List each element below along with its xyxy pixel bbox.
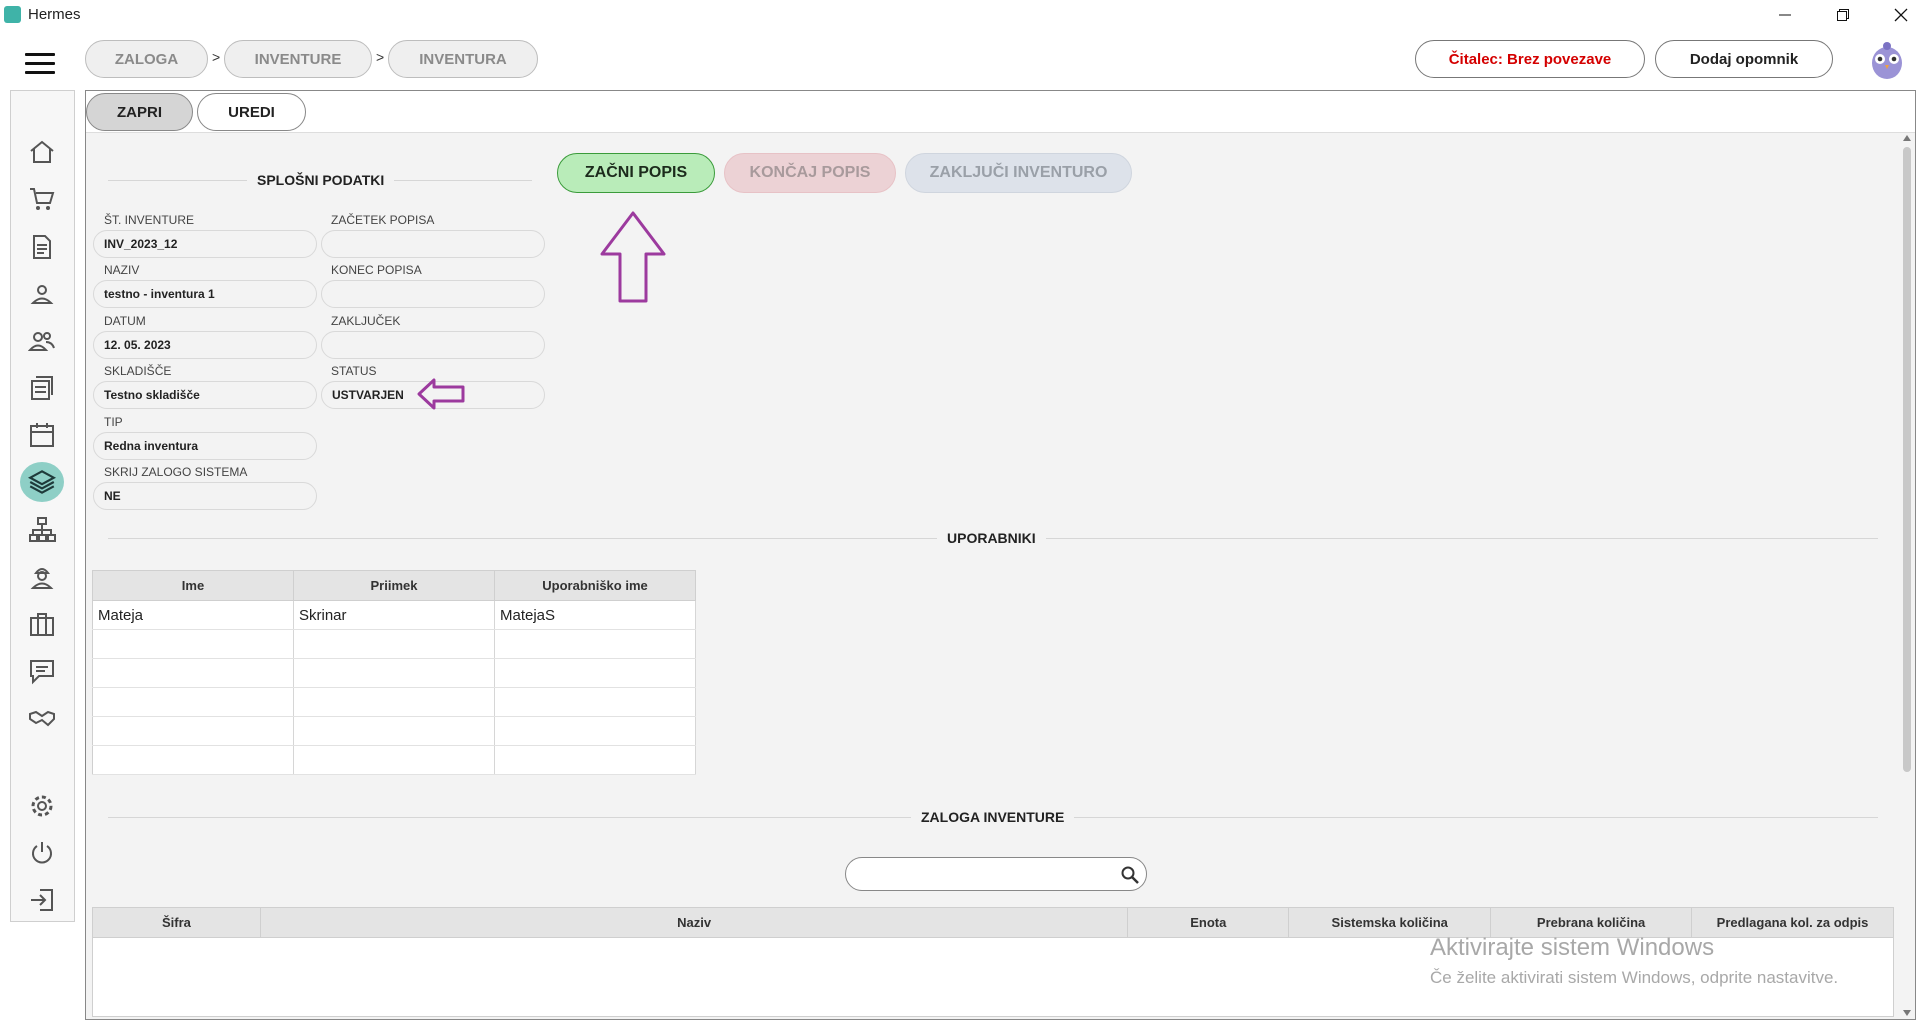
date-label: DATUM [104,314,146,328]
restore-icon [1837,9,1849,21]
add-reminder-button[interactable]: Dodaj opomnik [1655,40,1833,78]
breadcrumb-separator: > [376,49,385,65]
worker-icon[interactable] [20,557,64,597]
column-header-last-name[interactable]: Priimek [293,570,495,601]
tab-bar [86,91,1915,133]
column-header-unit[interactable]: Enota [1127,906,1290,939]
date-field[interactable]: 12. 05. 2023 [93,331,317,359]
windows-activation-watermark: Aktivirajte sistem Windows [1430,934,1715,961]
menu-icon[interactable] [25,53,59,77]
inventory-no-field[interactable]: INV_2023_12 [93,230,317,258]
home-icon[interactable] [20,132,64,172]
close-window-button[interactable] [1878,0,1920,30]
conclusion-label: ZAKLJUČEK [331,314,401,328]
hide-stock-label: SKRIJ ZALOGO SISTEMA [104,465,248,479]
hierarchy-icon[interactable] [20,510,64,550]
window-title: Hermes [28,6,81,23]
search-icon[interactable] [1120,865,1140,885]
column-header-first-name[interactable]: Ime [92,570,294,601]
document-icon[interactable] [20,227,64,267]
app-logo-icon [4,6,21,23]
close-icon [1894,8,1908,22]
restore-button[interactable] [1820,0,1866,30]
person-icon[interactable] [20,274,64,314]
table-row[interactable] [92,716,696,746]
handshake-icon[interactable] [20,698,64,738]
settings-icon[interactable] [20,786,64,826]
minimize-icon [1779,14,1791,16]
hide-stock-field[interactable]: NE [93,482,317,510]
column-header-name[interactable]: Naziv [259,906,1129,939]
count-end-field[interactable] [321,280,545,308]
column-header-writeoff-qty[interactable]: Predlagana kol. za odpis [1691,906,1894,939]
status-label: STATUS [331,364,377,378]
breadcrumb-separator: > [212,49,221,65]
count-end-label: KONEC POPISA [331,263,422,277]
title-bar [0,0,1920,30]
end-count-button[interactable]: KONČAJ POPIS [724,153,896,193]
breadcrumb-item-inventure[interactable]: INVENTURE [224,40,372,78]
user-avatar[interactable] [1868,38,1906,80]
stock-search-input[interactable] [860,859,1120,889]
close-inventory-button[interactable]: ZAKLJUČI INVENTURO [905,153,1132,193]
column-header-username[interactable]: Uporabniško ime [494,570,696,601]
table-cell: Mateja [92,600,294,630]
chat-icon[interactable] [20,651,64,691]
type-field[interactable]: Redna inventura [93,432,317,460]
name-label: NAZIV [104,263,140,277]
table-row[interactable] [92,687,696,717]
list-icon[interactable] [20,368,64,408]
users-table: Ime Priimek Uporabniško ime Mateja Skrin… [92,570,696,775]
table-row[interactable] [92,745,696,775]
reader-status-button[interactable]: Čitalec: Brez povezave [1415,40,1645,78]
table-cell: MatejaS [494,600,696,630]
warehouse-label: SKLADIŠČE [104,364,172,378]
minimize-button[interactable] [1762,0,1808,30]
stock-table: Šifra Naziv Enota Sistemska količina Pre… [92,906,1894,1017]
breadcrumb-item-inventura[interactable]: INVENTURA [388,40,538,78]
layers-icon[interactable] [20,462,64,502]
stock-search[interactable] [845,857,1147,891]
power-icon[interactable] [20,833,64,873]
table-row[interactable] [92,629,696,659]
type-label: TIP [104,415,123,429]
cart-icon[interactable] [20,179,64,219]
column-header-code[interactable]: Šifra [92,906,261,939]
annotation-arrow-left-icon [416,376,466,417]
users-section-title: UPORABNIKI [937,530,1046,546]
people-icon[interactable] [20,321,64,361]
general-section-title: SPLOŠNI PODATKI [247,172,395,188]
annotation-arrow-up-icon [598,210,668,309]
table-row[interactable]: Mateja Skrinar MatejaS [92,600,696,630]
count-start-label: ZAČETEK POPISA [331,213,435,227]
conclusion-field[interactable] [321,331,545,359]
warehouse-field[interactable]: Testno skladišče [93,381,317,409]
briefcase-icon[interactable] [20,604,64,644]
start-count-button[interactable]: ZAČNI POPIS [557,153,715,193]
stock-section-title: ZALOGA INVENTURE [911,809,1075,825]
table-cell: Skrinar [293,600,495,630]
tab-zapri[interactable]: ZAPRI [86,93,193,131]
table-row[interactable] [92,658,696,688]
tab-uredi[interactable]: UREDI [197,93,306,131]
owl-avatar-icon [1872,42,1902,79]
windows-activation-watermark-subtitle: Če želite aktivirati sistem Windows, odp… [1430,968,1839,987]
count-start-field[interactable] [321,230,545,258]
breadcrumb-item-zaloga[interactable]: ZALOGA [85,40,208,78]
name-field[interactable]: testno - inventura 1 [93,280,317,308]
logout-icon[interactable] [20,880,64,920]
calendar-icon[interactable] [20,415,64,455]
scrollbar[interactable] [1900,133,1914,1018]
inventory-no-label: ŠT. INVENTURE [104,213,195,227]
